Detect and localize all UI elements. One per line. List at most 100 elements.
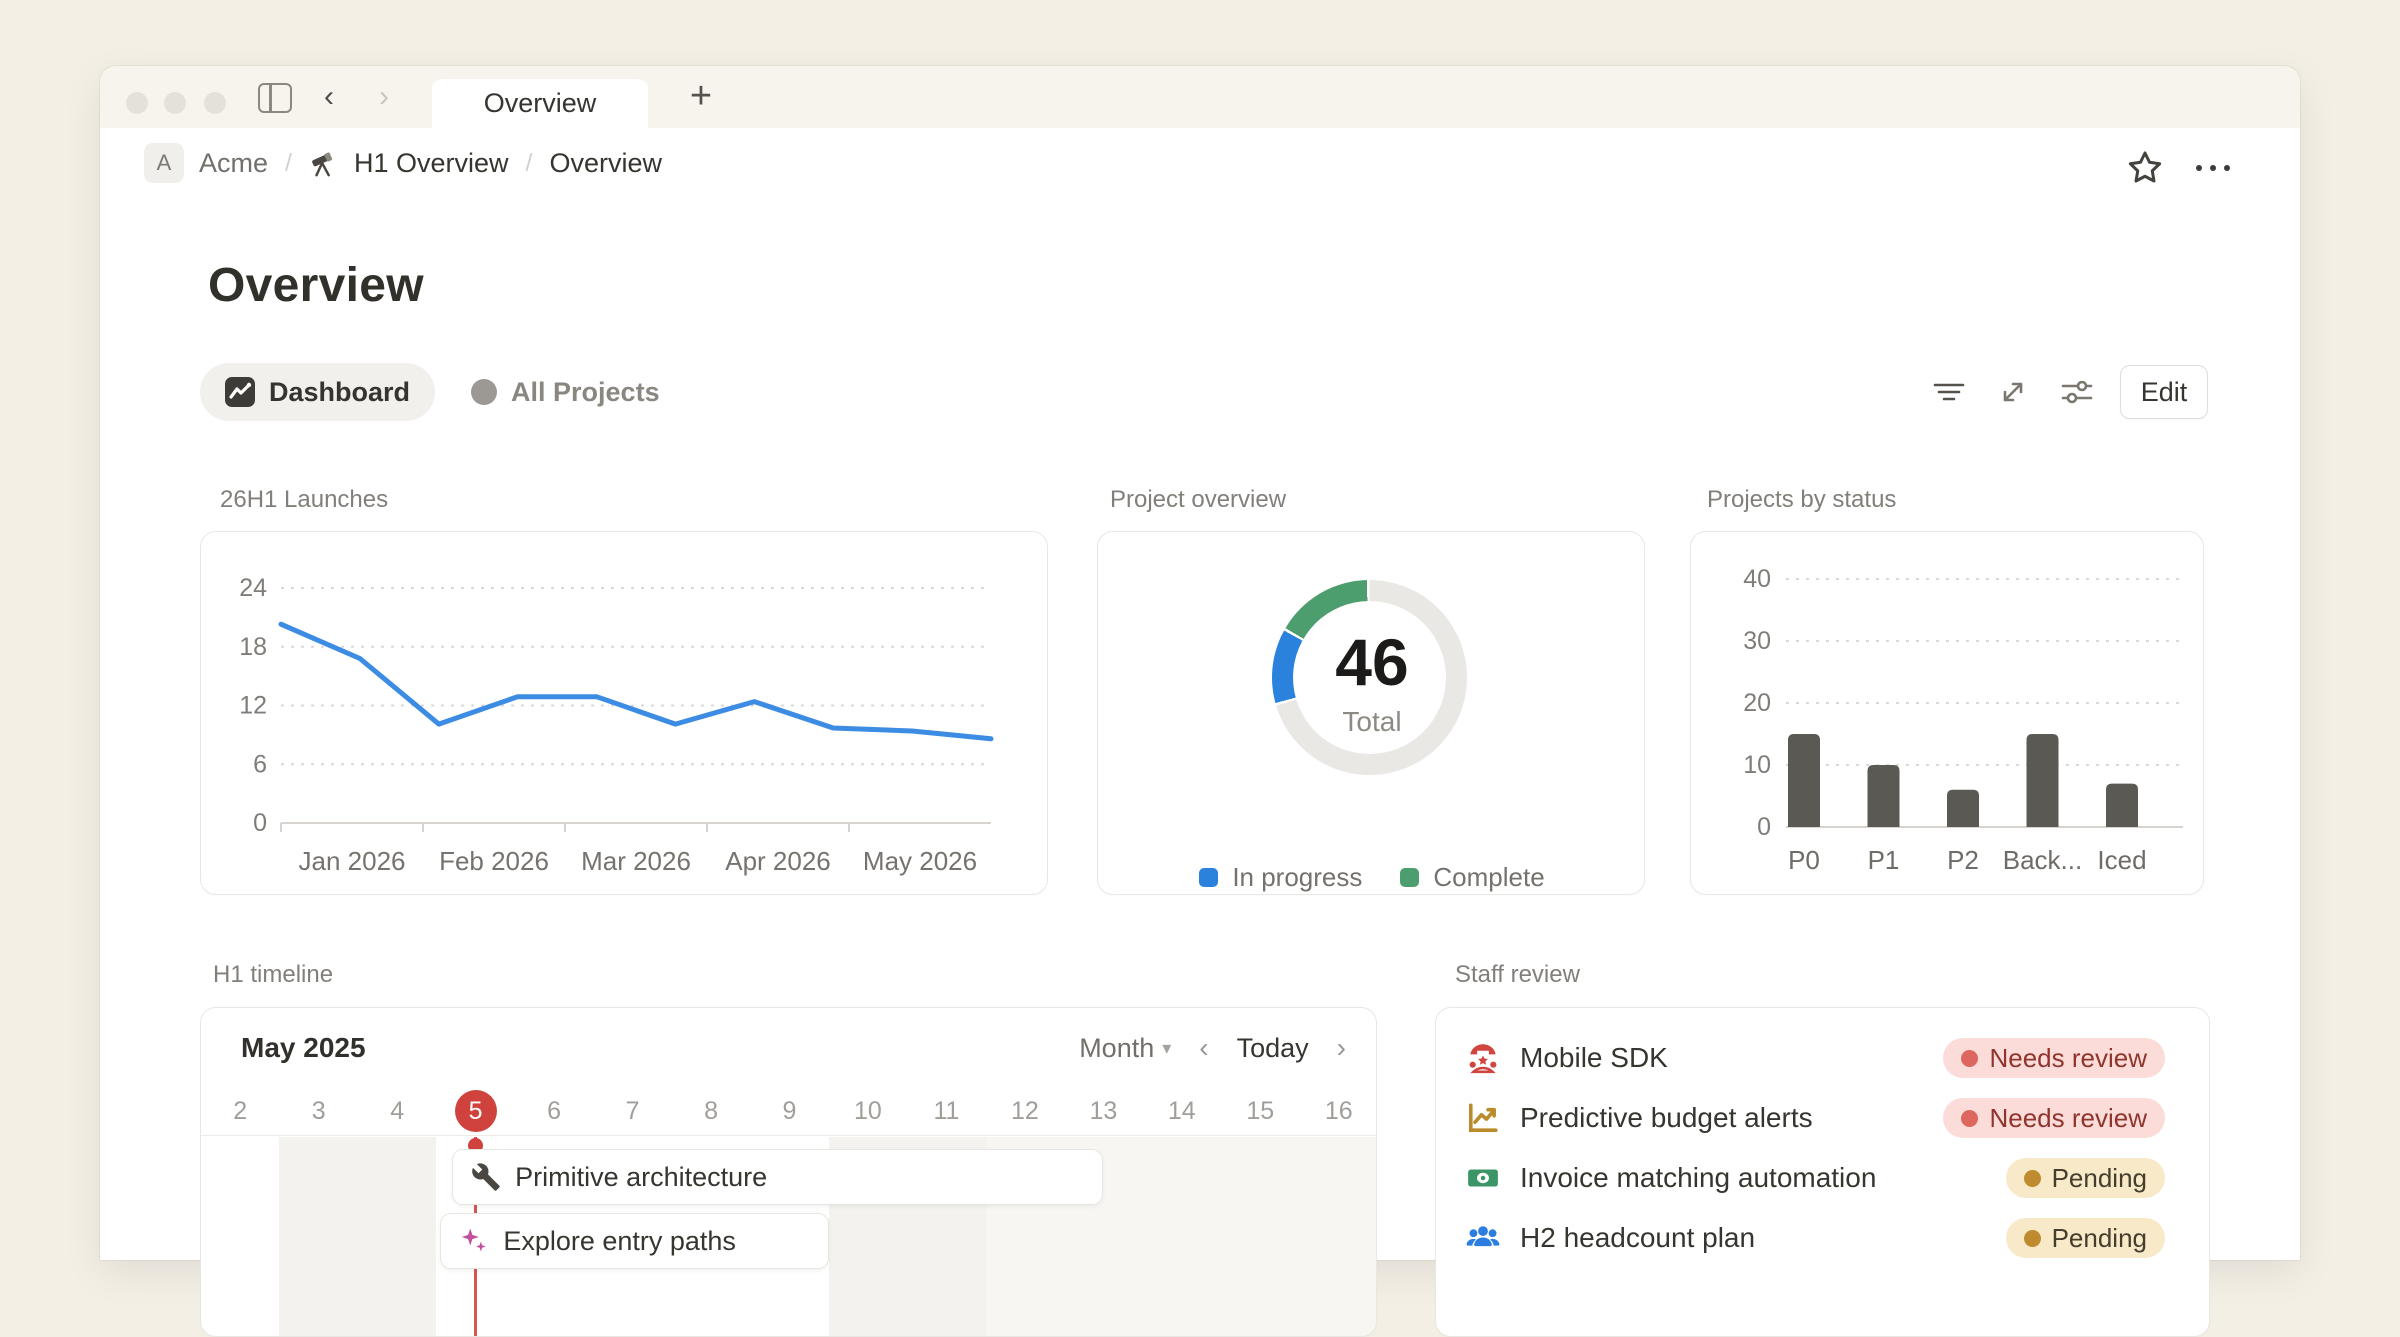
- timeline-prev-icon[interactable]: ‹: [1197, 1032, 1210, 1064]
- bar-chart-card: 403020100P0P1P2Back...Iced: [1690, 531, 2204, 895]
- breadcrumb: A Acme / H1 Overview / Overview: [144, 128, 662, 198]
- breadcrumb-separator: /: [524, 149, 535, 178]
- timeline-day[interactable]: 16: [1300, 1086, 1377, 1136]
- timeline-grid: Primitive architecture Explore entry pat…: [201, 1137, 1376, 1336]
- chart-up-icon: [1466, 1101, 1500, 1135]
- carousel-icon: [1466, 1041, 1500, 1075]
- forward-icon[interactable]: ›: [367, 80, 401, 114]
- timeline-day[interactable]: 3: [279, 1086, 357, 1136]
- donut-chart-card: 46 Total In progressComplete: [1097, 531, 1645, 895]
- timeline-day[interactable]: 8: [672, 1086, 750, 1136]
- wrench-icon: [471, 1162, 501, 1192]
- widget-label-project-overview: Project overview: [1110, 486, 1286, 514]
- donut-total-value: 46: [1098, 624, 1645, 700]
- svg-text:20: 20: [1743, 689, 1771, 717]
- svg-text:Mar 2026: Mar 2026: [581, 846, 691, 876]
- timeline-day[interactable]: 4: [358, 1086, 436, 1136]
- svg-text:6: 6: [253, 750, 267, 778]
- staff-item-label: Mobile SDK: [1520, 1042, 1943, 1074]
- status-badge: Pending: [2006, 1158, 2165, 1198]
- timeline-controls: Month ▾ ‹ Today ›: [1079, 1032, 1348, 1064]
- svg-text:P2: P2: [1947, 845, 1979, 875]
- traffic-light-close-icon[interactable]: [126, 92, 148, 114]
- timeline-day[interactable]: 2: [201, 1086, 279, 1136]
- tab-overview[interactable]: Overview: [432, 79, 648, 128]
- chevron-down-icon: ▾: [1162, 1038, 1171, 1059]
- people-icon: [1466, 1221, 1500, 1255]
- widget-label-projects-by-status: Projects by status: [1707, 486, 1896, 514]
- view-tab-dashboard[interactable]: Dashboard: [200, 363, 435, 421]
- svg-text:Feb 2026: Feb 2026: [439, 846, 549, 876]
- timeline-day[interactable]: 14: [1143, 1086, 1221, 1136]
- view-tab-all-projects[interactable]: All Projects: [459, 377, 672, 408]
- svg-text:May 2026: May 2026: [863, 846, 977, 876]
- status-badge: Pending: [2006, 1218, 2165, 1258]
- weekend-shading: [279, 1137, 436, 1336]
- title-bar: ‹ › Overview +: [100, 66, 2300, 128]
- staff-review-row[interactable]: Mobile SDK Needs review: [1466, 1030, 2165, 1086]
- more-options-icon[interactable]: [2185, 148, 2241, 188]
- svg-text:P1: P1: [1868, 845, 1900, 875]
- staff-item-label: Predictive budget alerts: [1520, 1102, 1943, 1134]
- legend-item: Complete: [1400, 862, 1544, 893]
- sidebar-toggle-icon[interactable]: [258, 83, 292, 113]
- widget-label-launches: 26H1 Launches: [220, 486, 388, 514]
- staff-item-label: H2 headcount plan: [1520, 1222, 2006, 1254]
- timeline-dates-row: 2345678910111213141516: [201, 1086, 1376, 1136]
- donut-center: 46 Total: [1098, 580, 1645, 738]
- expand-icon[interactable]: [1992, 365, 2034, 419]
- sliders-icon[interactable]: [2056, 365, 2098, 419]
- svg-text:12: 12: [239, 692, 267, 720]
- status-badge: Needs review: [1943, 1038, 2165, 1078]
- workspace-avatar[interactable]: A: [144, 143, 184, 183]
- timeline-header: May 2025 Month ▾ ‹ Today ›: [201, 1008, 1376, 1086]
- timeline-next-icon[interactable]: ›: [1335, 1032, 1348, 1064]
- timeline-day[interactable]: 15: [1221, 1086, 1299, 1136]
- timeline-card: May 2025 Month ▾ ‹ Today › 2345678910111…: [200, 1007, 1377, 1337]
- svg-text:0: 0: [253, 809, 267, 837]
- staff-review-row[interactable]: Predictive budget alerts Needs review: [1466, 1090, 2165, 1146]
- edit-button[interactable]: Edit: [2120, 365, 2208, 419]
- staff-review-row[interactable]: Invoice matching automation Pending: [1466, 1150, 2165, 1206]
- staff-review-row[interactable]: H2 headcount plan Pending: [1466, 1210, 2165, 1266]
- page-title: Overview: [208, 258, 424, 313]
- timeline-day[interactable]: 10: [829, 1086, 907, 1136]
- traffic-light-minimize-icon[interactable]: [164, 92, 186, 114]
- timeline-day[interactable]: 9: [750, 1086, 828, 1136]
- view-toolbar: Edit: [1928, 365, 2208, 419]
- svg-text:10: 10: [1743, 751, 1771, 779]
- timeline-day[interactable]: 7: [593, 1086, 671, 1136]
- timeline-day-current[interactable]: 5: [436, 1086, 514, 1136]
- new-tab-button[interactable]: +: [678, 74, 724, 120]
- bar-chart: 403020100P0P1P2Back...Iced: [1691, 532, 2203, 895]
- timeline-view-select[interactable]: Month ▾: [1079, 1033, 1171, 1064]
- breadcrumb-parent-page[interactable]: H1 Overview: [354, 148, 509, 179]
- line-chart-card: 24181260Jan 2026Feb 2026Mar 2026Apr 2026…: [200, 531, 1048, 895]
- timeline-item[interactable]: Explore entry paths: [440, 1213, 828, 1269]
- svg-text:Jan 2026: Jan 2026: [299, 846, 406, 876]
- telescope-icon: [309, 148, 339, 178]
- chart-icon: [225, 377, 255, 407]
- traffic-light-zoom-icon[interactable]: [204, 92, 226, 114]
- timeline-day[interactable]: 11: [907, 1086, 985, 1136]
- breadcrumb-current-page[interactable]: Overview: [549, 148, 662, 179]
- donut-total-label: Total: [1098, 706, 1645, 738]
- status-badge: Needs review: [1943, 1098, 2165, 1138]
- timeline-day[interactable]: 6: [515, 1086, 593, 1136]
- timeline-day[interactable]: 13: [1064, 1086, 1142, 1136]
- filter-icon[interactable]: [1928, 365, 1970, 419]
- status-dot-icon: [2024, 1230, 2041, 1247]
- timeline-today-button[interactable]: Today: [1237, 1033, 1309, 1064]
- timeline-item[interactable]: Primitive architecture: [452, 1149, 1103, 1205]
- timeline-day[interactable]: 12: [986, 1086, 1064, 1136]
- breadcrumb-separator: /: [283, 149, 294, 178]
- breadcrumb-workspace[interactable]: Acme: [199, 148, 268, 179]
- tab-title: Overview: [484, 88, 597, 119]
- legend-swatch: [1400, 868, 1419, 887]
- circle-icon: [471, 379, 497, 405]
- svg-text:18: 18: [239, 633, 267, 661]
- favorite-star-icon[interactable]: [2125, 148, 2165, 188]
- back-icon[interactable]: ‹: [312, 80, 346, 114]
- legend-label: Complete: [1433, 862, 1544, 893]
- view-tab-label: All Projects: [511, 377, 660, 408]
